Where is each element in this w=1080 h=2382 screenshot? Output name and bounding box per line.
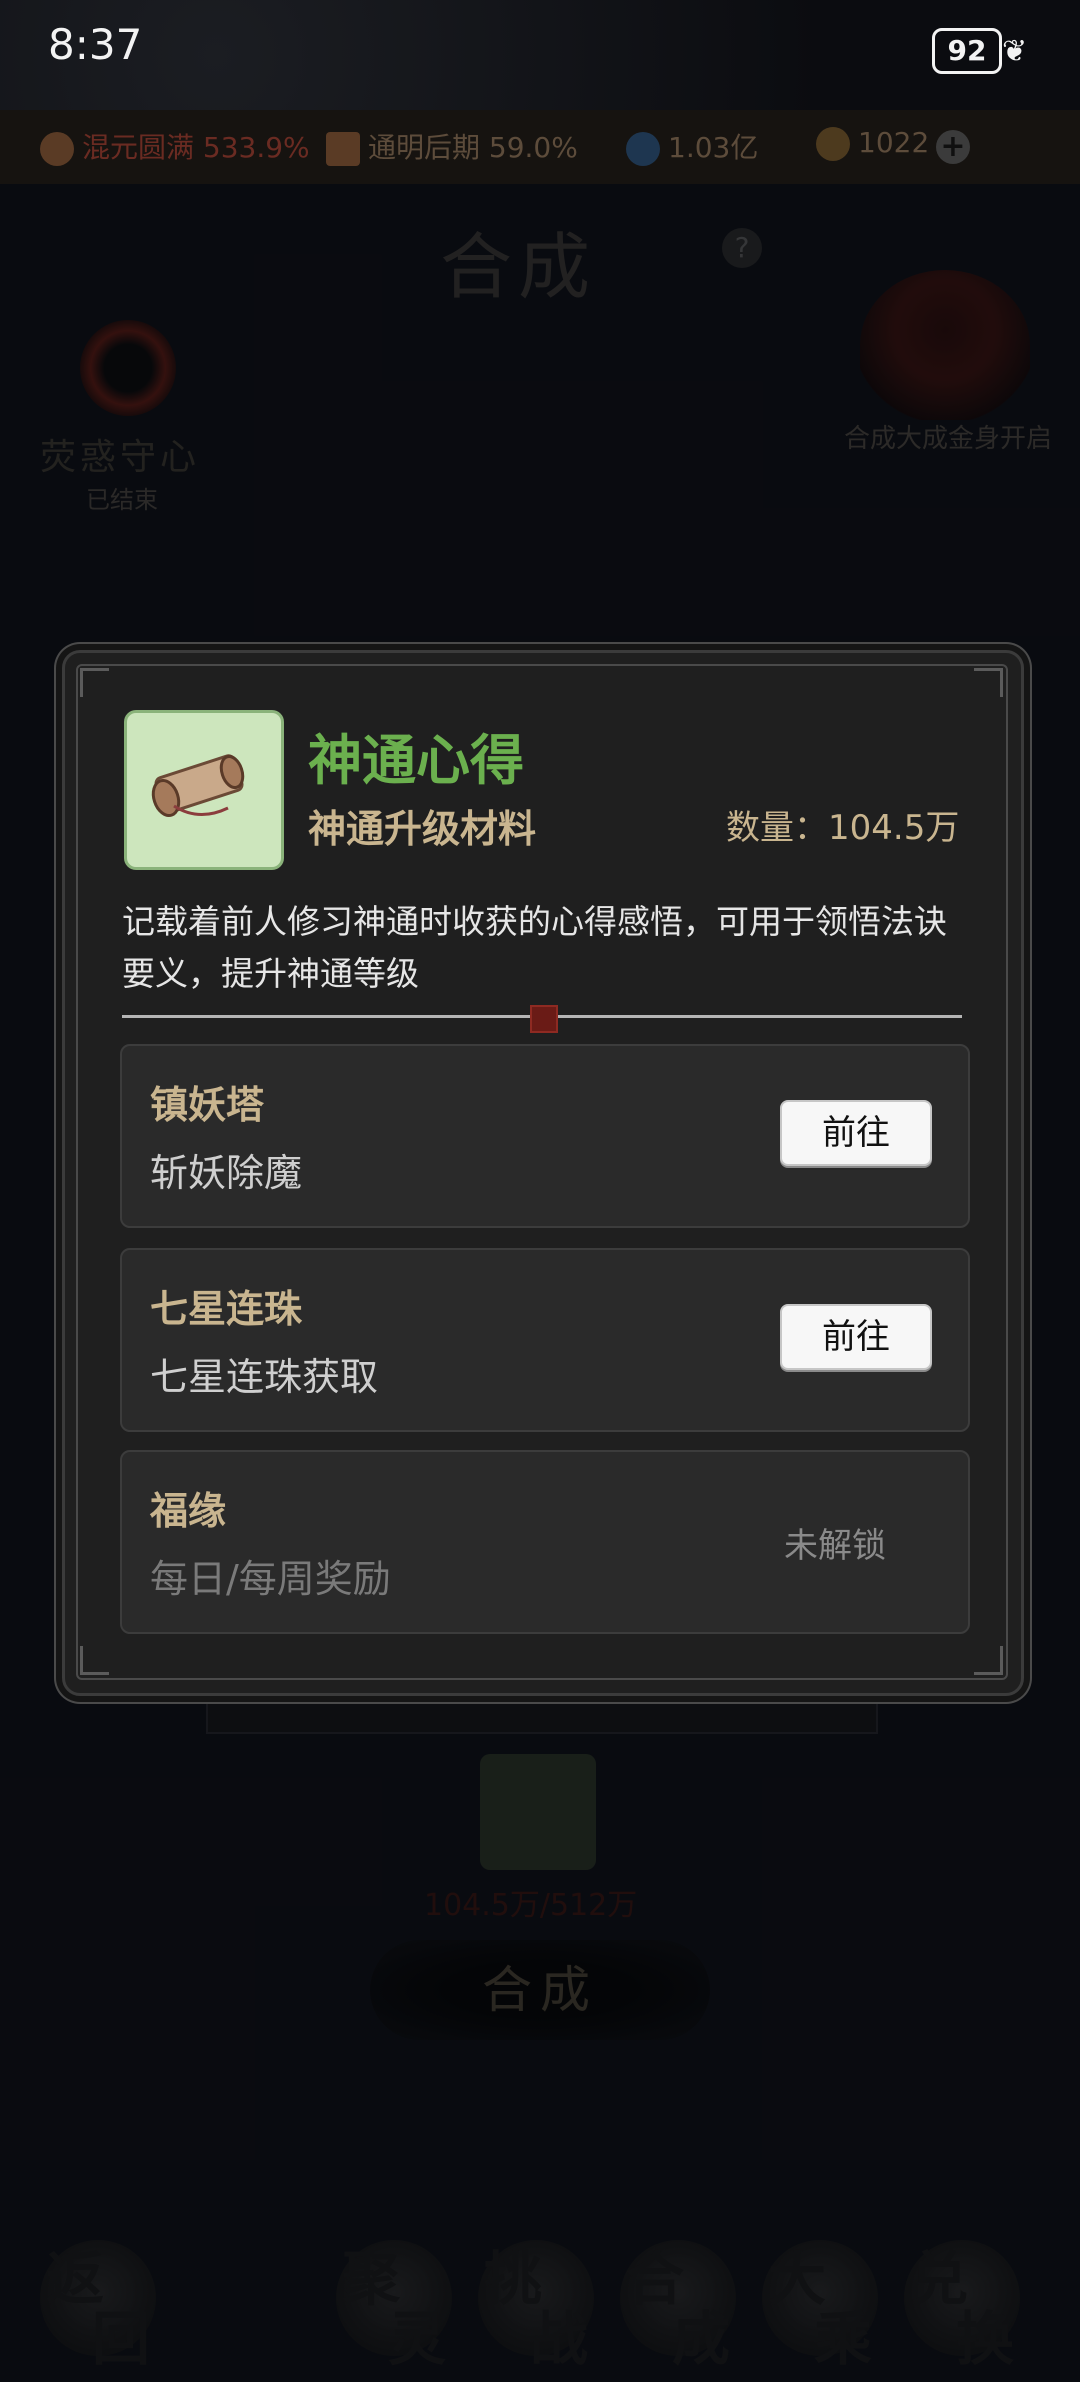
source-subtitle: 斩妖除魔: [150, 1151, 303, 1195]
item-description: 记载着前人修习神通时收获的心得感悟，可用于领悟法诀要义，提升神通等级: [122, 902, 947, 993]
source-title: 福缘: [150, 1489, 227, 1533]
locked-status: 未解锁: [784, 1526, 886, 1566]
brush-icon: [326, 132, 360, 166]
scroll-icon: [151, 754, 245, 818]
frame-corner: [80, 1646, 109, 1675]
leaf-icon: ❦: [1002, 34, 1028, 69]
battery-indicator: 92: [932, 28, 1002, 74]
source-subtitle: 每日/每周奖励: [150, 1557, 391, 1601]
goto-button[interactable]: 前往: [780, 1100, 932, 1166]
resource-cultivation: 通明后期 59.0%: [326, 126, 578, 166]
resource-realm: 混元圆满 533.9%: [40, 126, 310, 166]
frame-corner: [974, 668, 1003, 697]
frame-corner: [80, 668, 109, 697]
seal-icon: [530, 1005, 558, 1033]
frame-corner: [974, 1646, 1003, 1675]
source-title: 镇妖塔: [150, 1083, 265, 1127]
status-bar: [0, 0, 1080, 110]
resource-coins: 1022: [816, 126, 929, 161]
spirit-drop-icon: [626, 132, 660, 166]
resource-spirit: 1.03亿: [626, 126, 758, 166]
status-time: 8:37: [48, 20, 143, 69]
source-subtitle: 七星连珠获取: [150, 1355, 379, 1399]
item-type: 神通升级材料: [308, 807, 537, 851]
coin-icon: [816, 127, 850, 161]
add-coins-button[interactable]: +: [936, 130, 970, 164]
item-quantity: 数量：104.5万: [726, 808, 960, 848]
item-name: 神通心得: [308, 729, 524, 792]
goto-button[interactable]: 前往: [780, 1304, 932, 1370]
source-title: 七星连珠: [150, 1287, 303, 1331]
realm-icon: [40, 132, 74, 166]
